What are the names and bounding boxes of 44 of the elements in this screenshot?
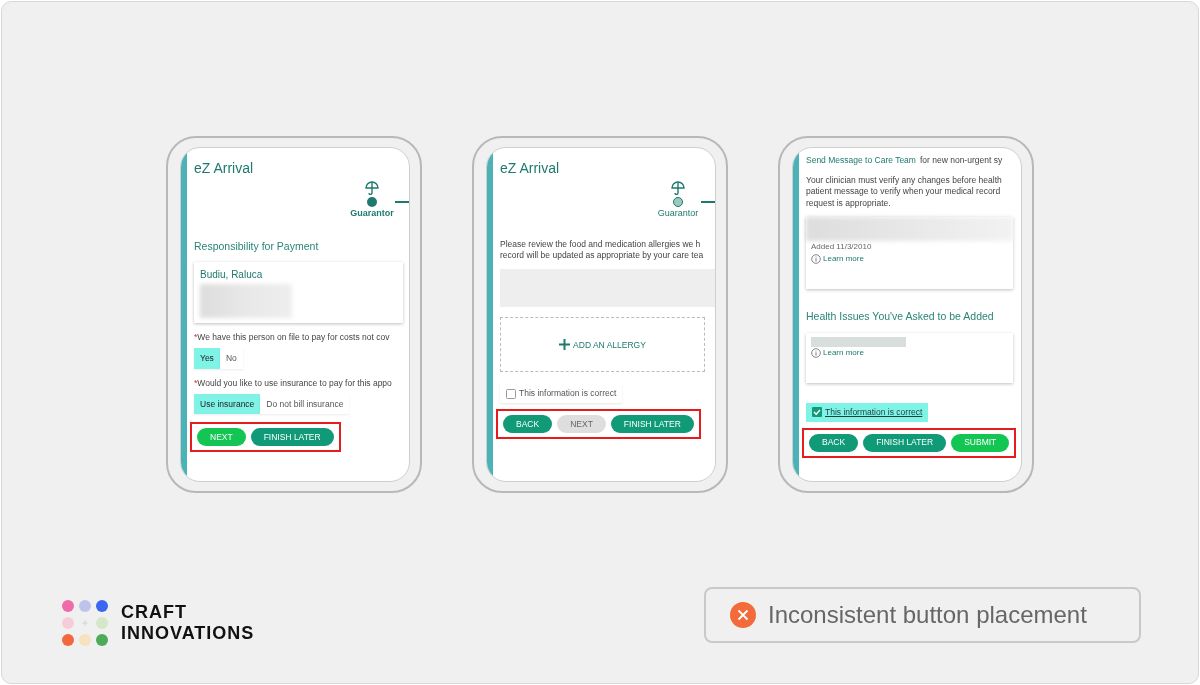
added-date: Added 11/3/2010	[810, 241, 873, 254]
umbrella-icon	[671, 181, 685, 195]
nav-button[interactable]: FINISH LATER	[863, 433, 947, 452]
option-toggle[interactable]: Do not bill insurance	[260, 393, 350, 415]
info-icon	[811, 254, 821, 265]
paragraph-text: Your clinician must verify any changes before health	[806, 174, 1002, 187]
option-toggle[interactable]: No	[219, 348, 243, 369]
question-text: *Would you like to use insurance to pay for this appo	[194, 376, 392, 390]
person-name: Budiu, Raluca	[200, 268, 264, 283]
logo-text: CRAFT INNOVATIONS	[121, 602, 255, 644]
nav-button[interactable]: FINISH LATER	[250, 428, 334, 447]
checkbox-label: This information is correct	[519, 387, 617, 401]
checkbox-label: This information is correct	[825, 405, 923, 419]
paragraph-text: patient message to verify when your medical record	[806, 186, 1001, 198]
nav-button[interactable]: BACK	[809, 433, 859, 452]
checkbox[interactable]	[506, 388, 516, 399]
learn-more-link[interactable]: Learn more	[823, 253, 864, 266]
umbrella-icon	[365, 181, 379, 195]
app-title: eZ Arrival	[194, 159, 254, 178]
section-heading: Responsibility for Payment	[194, 238, 319, 254]
question-text: *We have this person on file to pay for costs not cov	[194, 331, 390, 344]
nav-button[interactable]: FINISH LATER	[610, 415, 694, 434]
paragraph-text: record will be updated as appropriate by your care tea	[500, 249, 704, 262]
plus-icon	[559, 339, 571, 351]
message-link[interactable]: Send Message to Care Team	[806, 154, 916, 167]
nav-button[interactable]: BACK	[503, 415, 553, 434]
info-icon	[811, 347, 821, 358]
logo-icon	[61, 599, 109, 647]
step-label: Guarantor	[350, 207, 394, 220]
step-label: Guarantor	[657, 207, 699, 220]
paragraph-text: Please review the food and medication allergies we h	[500, 238, 701, 250]
section-heading: Health Issues You've Asked to be Added	[806, 309, 994, 325]
add-allergy-button[interactable]: ADD AN ALLERGY	[559, 338, 646, 352]
option-toggle[interactable]: Yes	[194, 348, 220, 369]
step-line	[701, 201, 715, 203]
learn-more-link[interactable]: Learn more	[823, 346, 864, 359]
checkbox[interactable]	[812, 407, 822, 418]
paragraph-text: request is appropriate.	[806, 197, 891, 210]
option-toggle[interactable]: Use insurance	[194, 393, 261, 415]
body-text: for new non-urgent sy	[919, 154, 1003, 167]
callout-text: Inconsistent button placement	[768, 600, 1087, 630]
app-title: eZ Arrival	[500, 159, 560, 178]
error-icon	[730, 602, 756, 628]
step-line	[395, 201, 409, 203]
